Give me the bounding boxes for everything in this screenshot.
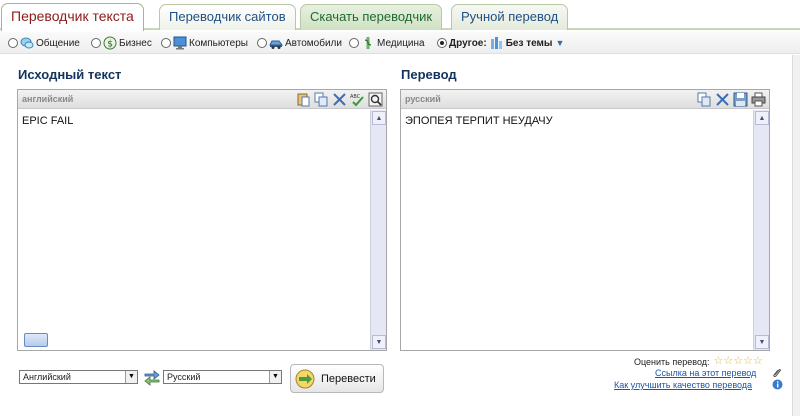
rating-stars: ☆ ☆ ☆ ☆ ☆: [714, 356, 763, 367]
chat-bubbles-icon: [20, 37, 34, 49]
permalink-link[interactable]: Ссылка на этот перевод: [655, 368, 756, 378]
info-icon[interactable]: [772, 379, 783, 390]
radio-button[interactable]: [161, 38, 171, 48]
translation-header: русский: [401, 90, 769, 109]
source-language-value: Английский: [23, 372, 71, 382]
tab-bar: Переводчик текста Переводчик сайтов Скач…: [0, 0, 800, 31]
translation-scrollbar[interactable]: ▲ ▼: [753, 110, 769, 350]
scroll-up-icon[interactable]: ▲: [372, 111, 386, 125]
chevron-down-icon[interactable]: ▼: [125, 371, 137, 383]
source-header: английский ABC: [18, 90, 386, 109]
dollar-coin-icon: $: [103, 36, 117, 50]
radio-button[interactable]: [91, 38, 101, 48]
save-icon[interactable]: [733, 92, 748, 107]
virtual-keyboard-icon[interactable]: [24, 333, 48, 347]
topic-label: Общение: [36, 37, 80, 49]
topic-computers[interactable]: Компьютеры: [161, 35, 248, 51]
topic-label: Автомобили: [285, 37, 342, 49]
tab-manual-translation[interactable]: Ручной перевод: [451, 4, 569, 30]
translation-output[interactable]: ЭПОПЕЯ ТЕРПИТ НЕУДАЧУ: [401, 110, 753, 350]
source-language-label: английский: [22, 94, 74, 104]
scroll-down-icon[interactable]: ▼: [372, 335, 386, 349]
source-language-select[interactable]: Английский ▼: [19, 370, 138, 384]
source-scrollbar[interactable]: ▲ ▼: [370, 110, 386, 350]
star-icon[interactable]: ☆: [743, 356, 753, 367]
target-language-select[interactable]: Русский ▼: [163, 370, 282, 384]
other-label: Другое:: [449, 37, 487, 49]
page-scrollbar[interactable]: [792, 55, 800, 416]
radio-button[interactable]: [349, 38, 359, 48]
scroll-down-icon[interactable]: ▼: [755, 335, 769, 349]
spellcheck-icon[interactable]: ABC: [350, 92, 365, 107]
translate-icon: [295, 369, 315, 388]
star-icon[interactable]: ☆: [714, 356, 724, 367]
scroll-up-icon[interactable]: ▲: [755, 111, 769, 125]
translation-panel: русский ЭПОПЕЯ ТЕРПИТ НЕУДАЧУ ▲ ▼: [400, 89, 770, 351]
bar-chart-icon: [490, 37, 502, 49]
target-language-value: Русский: [167, 372, 201, 382]
radio-button-selected[interactable]: [437, 38, 447, 48]
target-language-label: русский: [405, 94, 441, 104]
topic-label: Компьютеры: [189, 37, 248, 49]
theme-dropdown[interactable]: Без темы: [506, 38, 553, 49]
improve-quality-link[interactable]: Как улучшить качество перевода: [614, 380, 752, 390]
topic-label: Медицина: [377, 37, 425, 49]
rating-label: Оценить перевод:: [634, 356, 710, 367]
tab-download-translator[interactable]: Скачать переводчик: [300, 4, 443, 30]
source-text-input[interactable]: EPIC FAIL: [18, 110, 370, 350]
car-icon: [269, 40, 283, 49]
copy-icon[interactable]: [314, 92, 329, 107]
topic-cars[interactable]: Автомобили: [257, 35, 342, 51]
clear-icon[interactable]: [715, 92, 730, 107]
translation-toolbar: [697, 92, 766, 107]
paperclip-icon[interactable]: [772, 367, 782, 377]
source-title: Исходный текст: [18, 67, 122, 82]
clear-icon[interactable]: [332, 92, 347, 107]
topic-label: Бизнес: [119, 37, 152, 49]
chevron-down-icon[interactable]: ▼: [555, 38, 564, 48]
star-icon[interactable]: ☆: [753, 356, 763, 367]
dictionary-search-icon[interactable]: [368, 92, 383, 107]
source-panel: английский ABC EPIC FAIL ▲ ▼: [17, 89, 387, 351]
topic-bar: Общение $ Бизнес Компьютеры Автомобили М…: [0, 32, 800, 54]
star-icon[interactable]: ☆: [733, 356, 743, 367]
topic-medicine[interactable]: Медицина: [349, 35, 425, 51]
topic-communication[interactable]: Общение: [8, 35, 80, 51]
svg-text:$: $: [107, 40, 113, 50]
radio-button[interactable]: [257, 38, 267, 48]
topic-business[interactable]: $ Бизнес: [91, 35, 152, 51]
radio-button[interactable]: [8, 38, 18, 48]
tab-text-translator[interactable]: Переводчик текста: [1, 3, 144, 31]
monitor-icon: [173, 36, 187, 50]
paste-icon[interactable]: [296, 92, 311, 107]
translate-button-label: Перевести: [321, 372, 376, 385]
chevron-down-icon[interactable]: ▼: [269, 371, 281, 383]
svg-text:ABC: ABC: [350, 94, 361, 100]
translation-title: Перевод: [401, 67, 457, 82]
swap-languages-icon[interactable]: [143, 368, 161, 386]
topic-other[interactable]: Другое: Без темы ▼: [437, 35, 564, 51]
copy-icon[interactable]: [697, 92, 712, 107]
medical-icon: [364, 37, 372, 49]
translate-button[interactable]: Перевести: [290, 364, 384, 393]
rating-row: Оценить перевод: ☆ ☆ ☆ ☆ ☆: [634, 356, 763, 367]
source-toolbar: ABC: [296, 92, 383, 107]
tab-site-translator[interactable]: Переводчик сайтов: [159, 4, 296, 30]
star-icon[interactable]: ☆: [723, 356, 733, 367]
print-icon[interactable]: [751, 92, 766, 107]
